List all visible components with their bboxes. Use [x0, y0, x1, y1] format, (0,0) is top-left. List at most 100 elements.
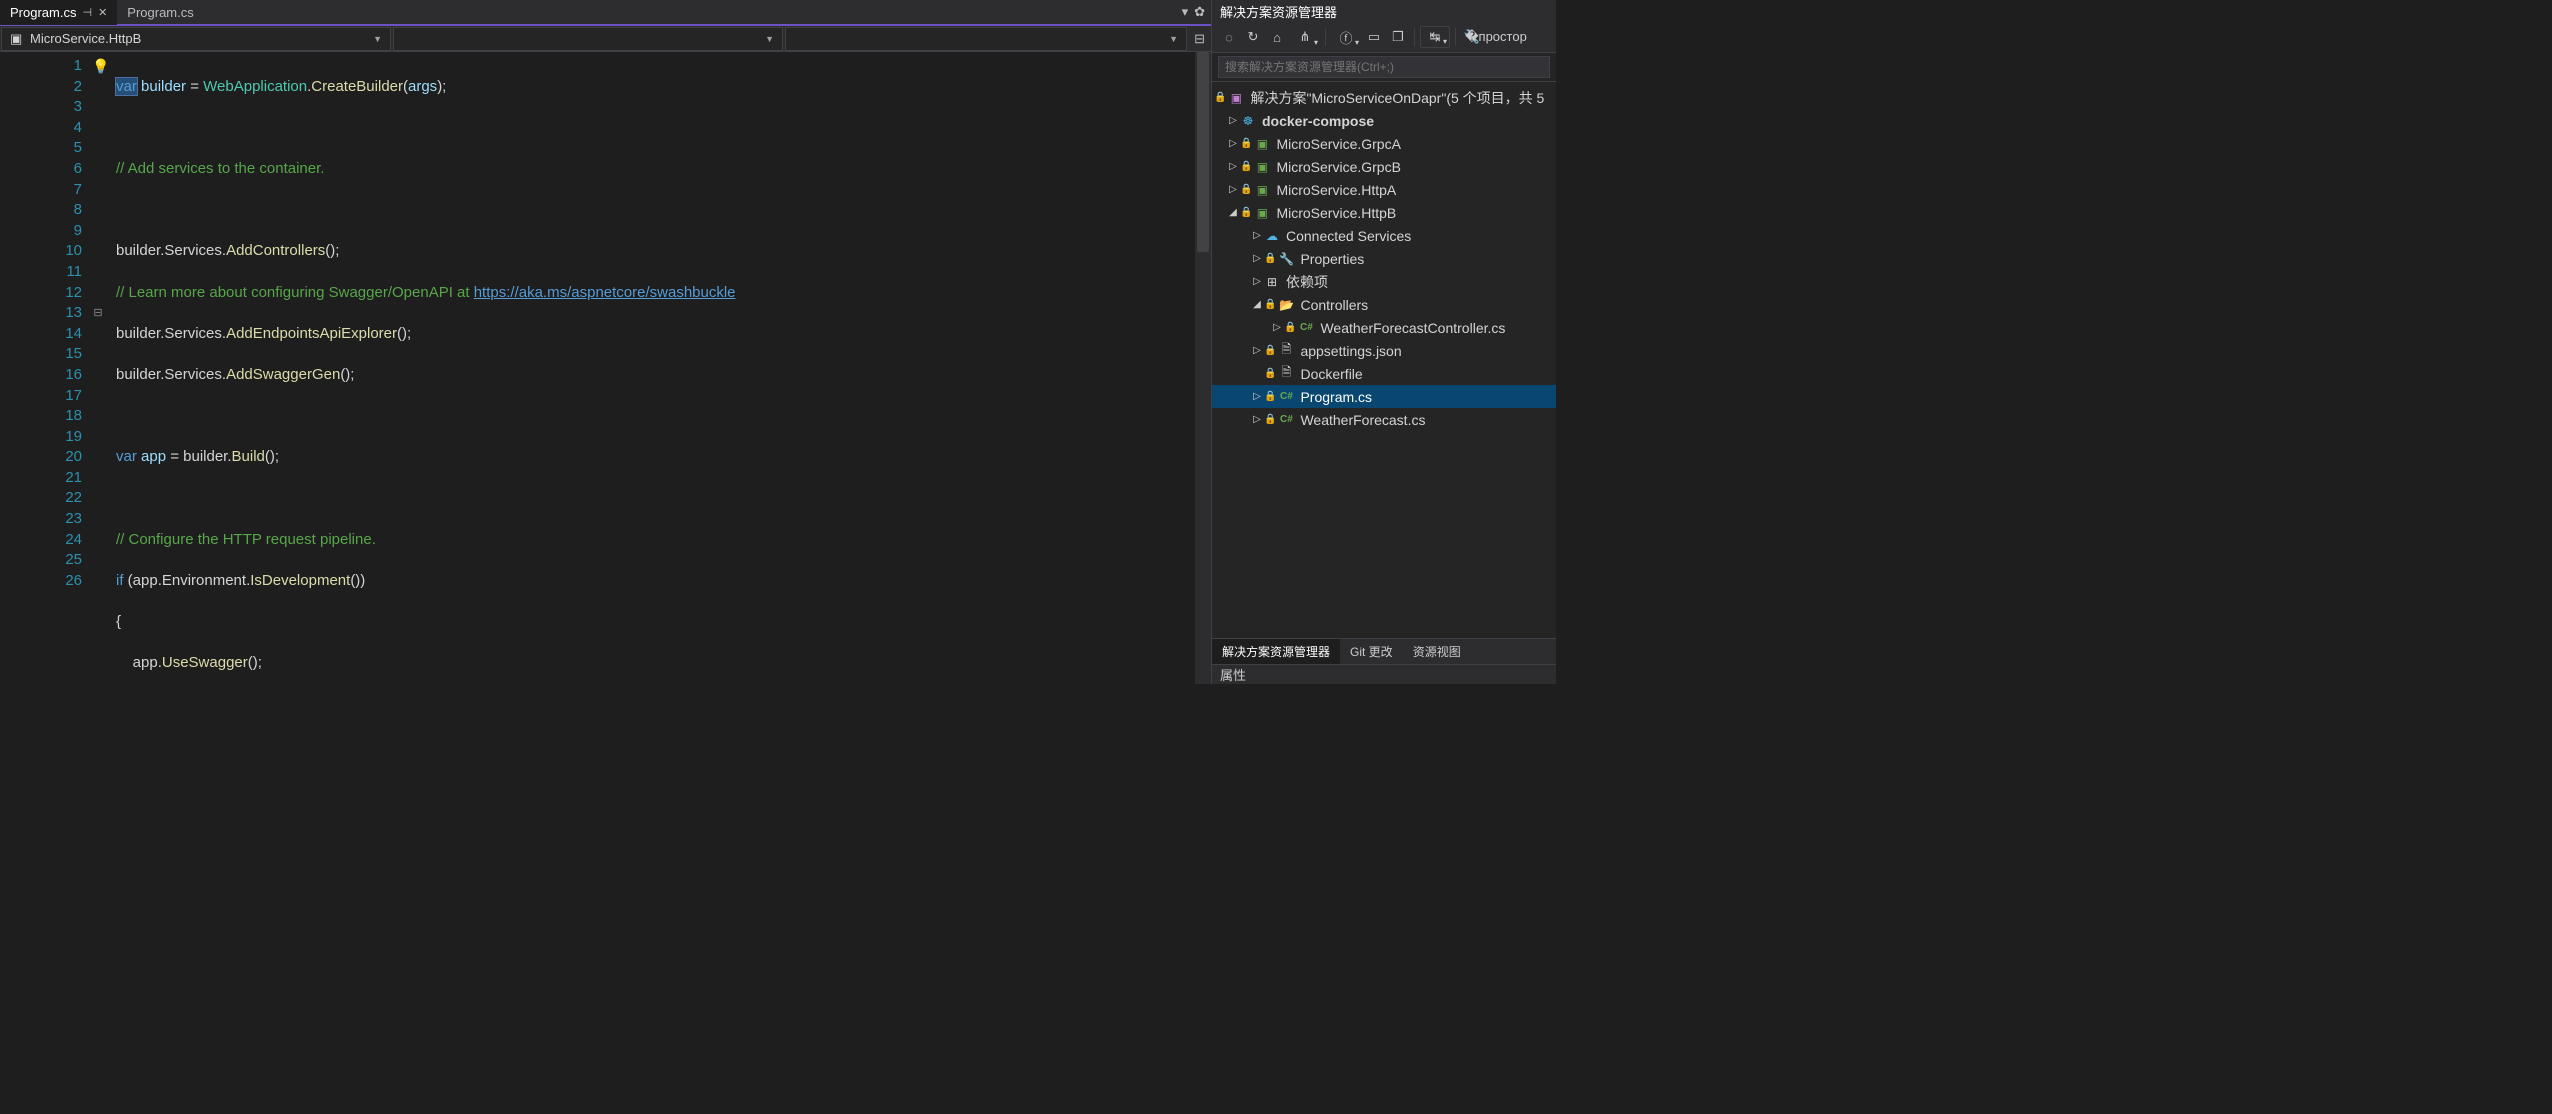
chevron-right-icon[interactable]: ▷: [1250, 414, 1264, 425]
csharp-icon: C#: [1278, 389, 1294, 405]
sln-toolbar: ◌ ↻ ⌂ ⋔ ⓕ ▭ ❐ ↹ 🔧 �простор: [1212, 22, 1556, 53]
connected-icon: ☁: [1264, 228, 1280, 244]
file-dockerfile[interactable]: 🔒🗎Dockerfile: [1212, 362, 1556, 385]
collapse-all-icon[interactable]: ▭: [1363, 26, 1385, 48]
line-gutter: 1234567891011121314151617181920212223242…: [0, 52, 90, 684]
properties-folder[interactable]: ▷🔒🔧Properties: [1212, 247, 1556, 270]
preview-icon[interactable]: �простор: [1485, 26, 1507, 48]
switch-view-icon[interactable]: ⋔: [1290, 26, 1320, 48]
csproj-icon: ▣: [1254, 159, 1270, 175]
fold-toggle[interactable]: ⊟: [90, 303, 106, 324]
tab-overflow-icon[interactable]: ▾: [1182, 4, 1189, 20]
lock-icon: 🔒: [1240, 138, 1252, 149]
dependencies[interactable]: ▷⊞依赖项: [1212, 270, 1556, 293]
solution-explorer: 解决方案资源管理器 ◌ ↻ ⌂ ⋔ ⓕ ▭ ❐ ↹ 🔧 �простор 🔒▣解…: [1211, 0, 1556, 684]
chevron-right-icon[interactable]: ▷: [1250, 391, 1264, 402]
filter-icon[interactable]: ⓕ: [1331, 26, 1361, 48]
nav-bar: ▣ MicroService.HttpB ▼ ▼ ▼ ⊟: [0, 26, 1211, 52]
panel-tab-solution[interactable]: 解决方案资源管理器: [1212, 639, 1340, 664]
vertical-scrollbar[interactable]: [1195, 52, 1211, 684]
scrollbar-thumb[interactable]: [1197, 52, 1209, 252]
lock-icon: 🔒: [1264, 368, 1276, 379]
chevron-right-icon[interactable]: ▷: [1226, 161, 1240, 172]
chevron-right-icon[interactable]: ▷: [1226, 115, 1240, 126]
tab-label: Program.cs: [10, 5, 76, 20]
tab-settings-icon[interactable]: ✿: [1194, 4, 1205, 20]
sync-icon[interactable]: ↹: [1420, 26, 1450, 48]
file-appsettings[interactable]: ▷🔒🗎appsettings.json: [1212, 339, 1556, 362]
chevron-right-icon[interactable]: ▷: [1250, 276, 1264, 287]
project-grpc-b[interactable]: ▷🔒▣MicroService.GrpcB: [1212, 155, 1556, 178]
tab-label: Program.cs: [127, 5, 193, 20]
solution-node[interactable]: 🔒▣解决方案"MicroServiceOnDapr"(5 个项目，共 5: [1212, 86, 1556, 109]
solution-tree: 🔒▣解决方案"MicroServiceOnDapr"(5 个项目，共 5 ▷☸d…: [1212, 82, 1556, 638]
file-weatherforecastcontroller[interactable]: ▷🔒C#WeatherForecastController.cs: [1212, 316, 1556, 339]
scope-label: MicroService.HttpB: [30, 31, 141, 46]
csproj-icon: ▣: [1254, 136, 1270, 152]
panel-tab-resources[interactable]: 资源视图: [1403, 639, 1471, 664]
file-icon: 🗎: [1278, 366, 1294, 382]
lock-icon: 🔒: [1240, 207, 1252, 218]
chevron-down-icon: ▼: [373, 34, 382, 44]
chevron-right-icon[interactable]: ▷: [1250, 253, 1264, 264]
chevron-down-icon: ▼: [765, 34, 774, 44]
chevron-right-icon[interactable]: ▷: [1226, 184, 1240, 195]
dependencies-icon: ⊞: [1264, 274, 1280, 290]
chevron-right-icon[interactable]: ▷: [1250, 230, 1264, 241]
sln-search: [1212, 53, 1556, 82]
tab-program-preview[interactable]: Program.cs: [117, 0, 203, 25]
home-icon[interactable]: ⌂: [1266, 26, 1288, 48]
project-docker-compose[interactable]: ▷☸docker-compose: [1212, 109, 1556, 132]
csharp-icon: C#: [1298, 320, 1314, 336]
lock-icon: 🔒: [1240, 161, 1252, 172]
lock-icon: 🔒: [1284, 322, 1296, 333]
chevron-right-icon[interactable]: ▷: [1226, 138, 1240, 149]
member-dropdown[interactable]: ▼: [785, 27, 1187, 51]
json-icon: 🗎: [1278, 343, 1294, 359]
csproj-icon: ▣: [1254, 205, 1270, 221]
project-http-b[interactable]: ◢🔒▣MicroService.HttpB: [1212, 201, 1556, 224]
file-weatherforecast[interactable]: ▷🔒C#WeatherForecast.cs: [1212, 408, 1556, 431]
csproj-icon: ▣: [10, 32, 24, 46]
lightbulb-icon[interactable]: 💡: [92, 58, 109, 75]
controllers-folder[interactable]: ◢🔒📂Controllers: [1212, 293, 1556, 316]
file-program[interactable]: ▷🔒C#Program.cs: [1212, 385, 1556, 408]
chevron-down-icon: ▼: [1169, 34, 1178, 44]
chevron-down-icon[interactable]: ◢: [1250, 299, 1264, 310]
pin-icon[interactable]: ⊣: [82, 6, 92, 19]
panel-tab-git[interactable]: Git 更改: [1340, 639, 1403, 664]
lock-icon: 🔒: [1264, 299, 1276, 310]
scope-dropdown[interactable]: ▣ MicroService.HttpB ▼: [1, 27, 391, 51]
lock-icon: 🔒: [1264, 414, 1276, 425]
panel-title: 解决方案资源管理器: [1212, 0, 1556, 22]
panel-tab-strip: 解决方案资源管理器 Git 更改 资源视图: [1212, 638, 1556, 664]
lock-icon: 🔒: [1264, 391, 1276, 402]
wrench-icon: 🔧: [1278, 251, 1294, 267]
properties-panel-title: 属性: [1212, 664, 1556, 684]
chevron-down-icon[interactable]: ◢: [1226, 207, 1240, 218]
code-text[interactable]: var builder = WebApplication.CreateBuild…: [106, 52, 1195, 684]
split-editor-icon[interactable]: ⊟: [1188, 31, 1211, 47]
editor-pane: Program.cs ⊣ ✕ Program.cs ▾ ✿ ▣ MicroSer…: [0, 0, 1211, 684]
lock-icon: 🔒: [1264, 345, 1276, 356]
chevron-right-icon[interactable]: ▷: [1250, 345, 1264, 356]
type-dropdown[interactable]: ▼: [393, 27, 783, 51]
project-http-a[interactable]: ▷🔒▣MicroService.HttpA: [1212, 178, 1556, 201]
search-input[interactable]: [1218, 56, 1550, 78]
code-area: 💡 12345678910111213141516171819202122232…: [0, 52, 1211, 684]
show-all-icon[interactable]: ❐: [1387, 26, 1409, 48]
csharp-icon: C#: [1278, 412, 1294, 428]
back-icon[interactable]: ◌: [1218, 26, 1240, 48]
chevron-right-icon[interactable]: ▷: [1270, 322, 1284, 333]
tab-strip: Program.cs ⊣ ✕ Program.cs ▾ ✿: [0, 0, 1211, 26]
forward-icon[interactable]: ↻: [1242, 26, 1264, 48]
csproj-icon: ▣: [1254, 182, 1270, 198]
project-grpc-a[interactable]: ▷🔒▣MicroService.GrpcA: [1212, 132, 1556, 155]
tab-program-active[interactable]: Program.cs ⊣ ✕: [0, 0, 117, 25]
docker-icon: ☸: [1240, 113, 1256, 129]
lock-icon: 🔒: [1264, 253, 1276, 264]
connected-services[interactable]: ▷☁Connected Services: [1212, 224, 1556, 247]
close-icon[interactable]: ✕: [98, 6, 107, 19]
solution-icon: ▣: [1228, 90, 1244, 106]
folder-icon: 📂: [1278, 297, 1294, 313]
